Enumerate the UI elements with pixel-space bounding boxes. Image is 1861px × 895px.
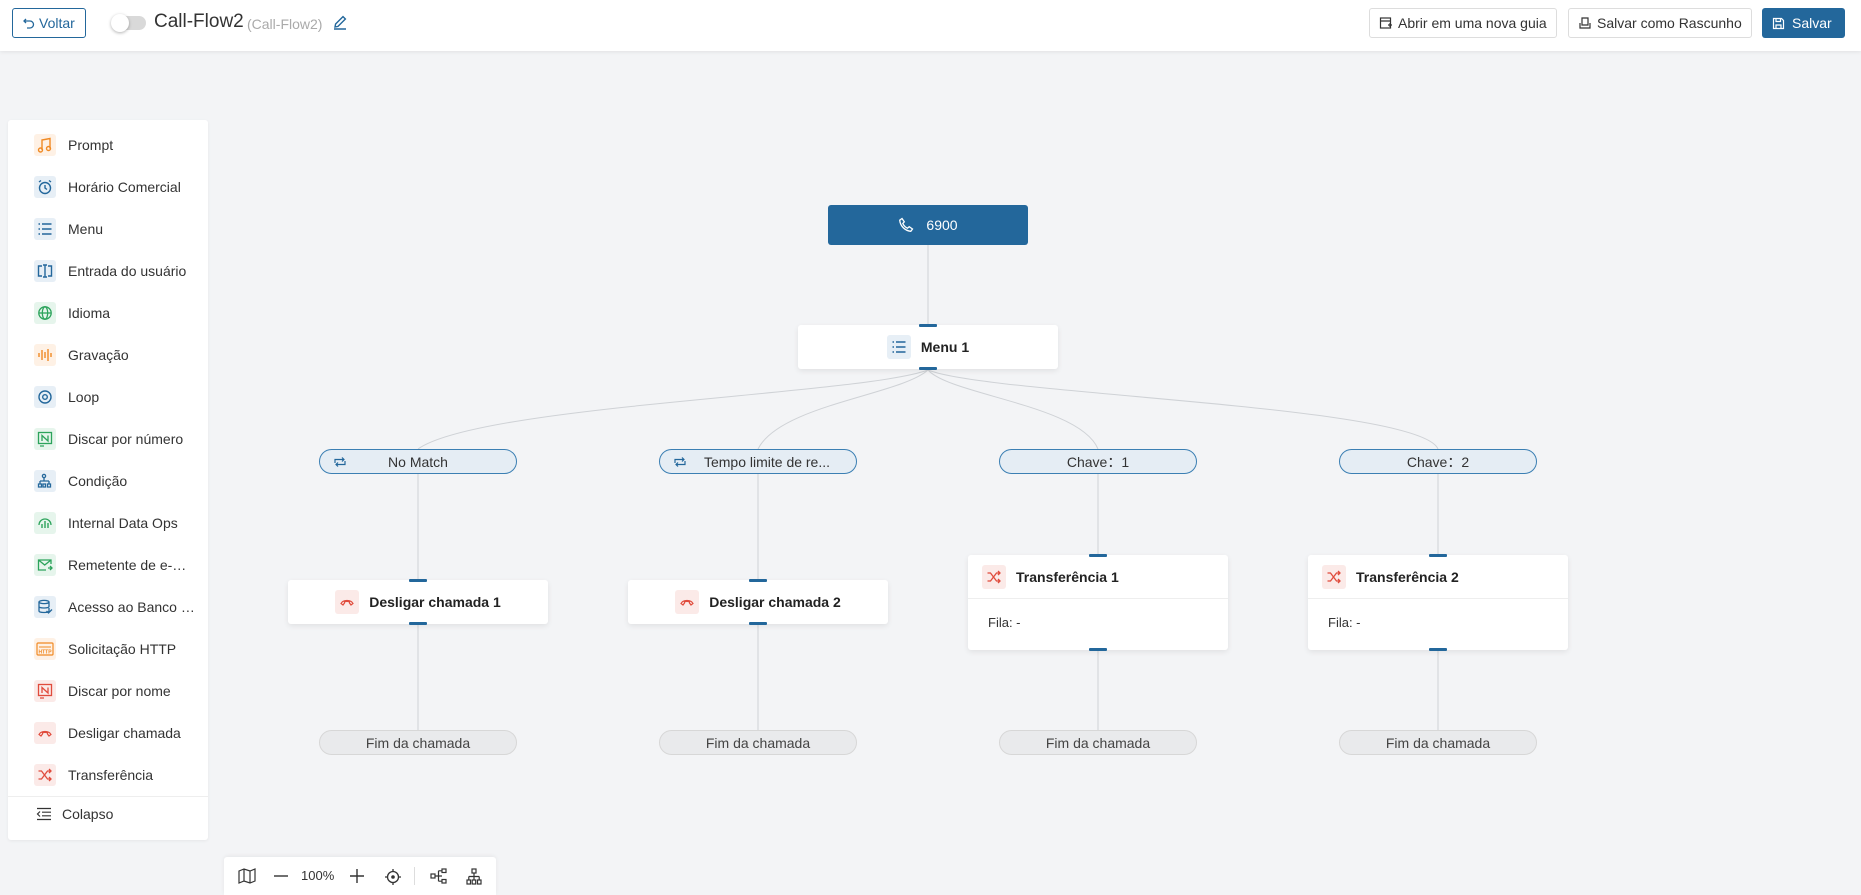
zoom-out-icon[interactable]	[273, 868, 289, 884]
end-call-pill: Fim da chamada	[1339, 730, 1537, 755]
transfer-queue-label: Fila: -	[988, 615, 1021, 630]
output-port[interactable]	[409, 622, 427, 625]
branch-label: Tempo limite de re...	[703, 453, 831, 470]
minimap-icon[interactable]	[238, 868, 256, 884]
output-port[interactable]	[919, 367, 937, 370]
toolbar-divider	[414, 867, 415, 885]
end-call-pill: Fim da chamada	[659, 730, 857, 755]
branch-label: Chave：2	[1406, 453, 1470, 470]
hangup-node-title: Desligar chamada 1	[369, 594, 501, 610]
menu-node[interactable]: Menu 1	[798, 324, 1058, 370]
list-icon	[886, 335, 911, 359]
input-port[interactable]	[749, 579, 767, 582]
center-view-icon[interactable]	[384, 868, 402, 886]
flow-connections	[417, 245, 1439, 730]
phone-icon	[899, 217, 914, 232]
branch-pill-key-2[interactable]: Chave：2	[1339, 449, 1537, 474]
edge-menu-to-no-match	[417, 369, 929, 450]
edge-menu-to-timeout	[757, 369, 929, 450]
hangup-node-1[interactable]: Desligar chamada 1	[288, 579, 548, 625]
menu-node-title: Menu 1	[920, 339, 970, 355]
output-port[interactable]	[749, 622, 767, 625]
branch-label: No Match	[388, 453, 448, 470]
transfer-node-title: Transferência 1	[1016, 568, 1119, 585]
hang-up-icon	[335, 590, 360, 614]
end-call-pill: Fim da chamada	[999, 730, 1197, 755]
branch-pill-key-1[interactable]: Chave：1	[999, 449, 1197, 474]
branch-pill-no-match[interactable]: No Match	[319, 449, 517, 474]
branch-pill-timeout[interactable]: Tempo limite de re...	[659, 449, 857, 474]
start-node[interactable]: 6900	[828, 205, 1028, 245]
canvas-toolbar: 100%	[224, 857, 496, 895]
shuffle-icon	[1322, 564, 1346, 589]
horizontal-layout-icon[interactable]	[430, 868, 448, 884]
output-port[interactable]	[1429, 648, 1447, 651]
input-port[interactable]	[409, 579, 427, 582]
edge-menu-to-key2	[927, 369, 1439, 450]
hangup-node-title: Desligar chamada 2	[709, 594, 841, 610]
hang-up-icon	[675, 590, 700, 614]
hangup-node-2[interactable]: Desligar chamada 2	[628, 579, 888, 625]
shuffle-icon	[982, 564, 1006, 589]
transfer-queue-label: Fila: -	[1328, 615, 1361, 630]
transfer-node-2[interactable]: Transferência 2 Fila: -	[1308, 554, 1568, 651]
start-node-label: 6900	[926, 217, 958, 233]
input-port[interactable]	[1429, 554, 1447, 557]
edge-menu-to-key1	[927, 369, 1099, 450]
output-port[interactable]	[1089, 648, 1107, 651]
zoom-level: 100%	[301, 868, 335, 883]
branch-label: Chave：1	[1066, 453, 1130, 470]
repeat-icon	[674, 457, 686, 467]
end-call-pill: Fim da chamada	[319, 730, 517, 755]
input-port[interactable]	[919, 324, 937, 327]
input-port[interactable]	[1089, 554, 1107, 557]
transfer-node-title: Transferência 2	[1356, 568, 1459, 585]
zoom-in-icon[interactable]	[349, 868, 365, 884]
transfer-node-1[interactable]: Transferência 1 Fila: -	[968, 554, 1228, 651]
vertical-layout-icon[interactable]	[466, 868, 482, 886]
repeat-icon	[334, 457, 346, 467]
